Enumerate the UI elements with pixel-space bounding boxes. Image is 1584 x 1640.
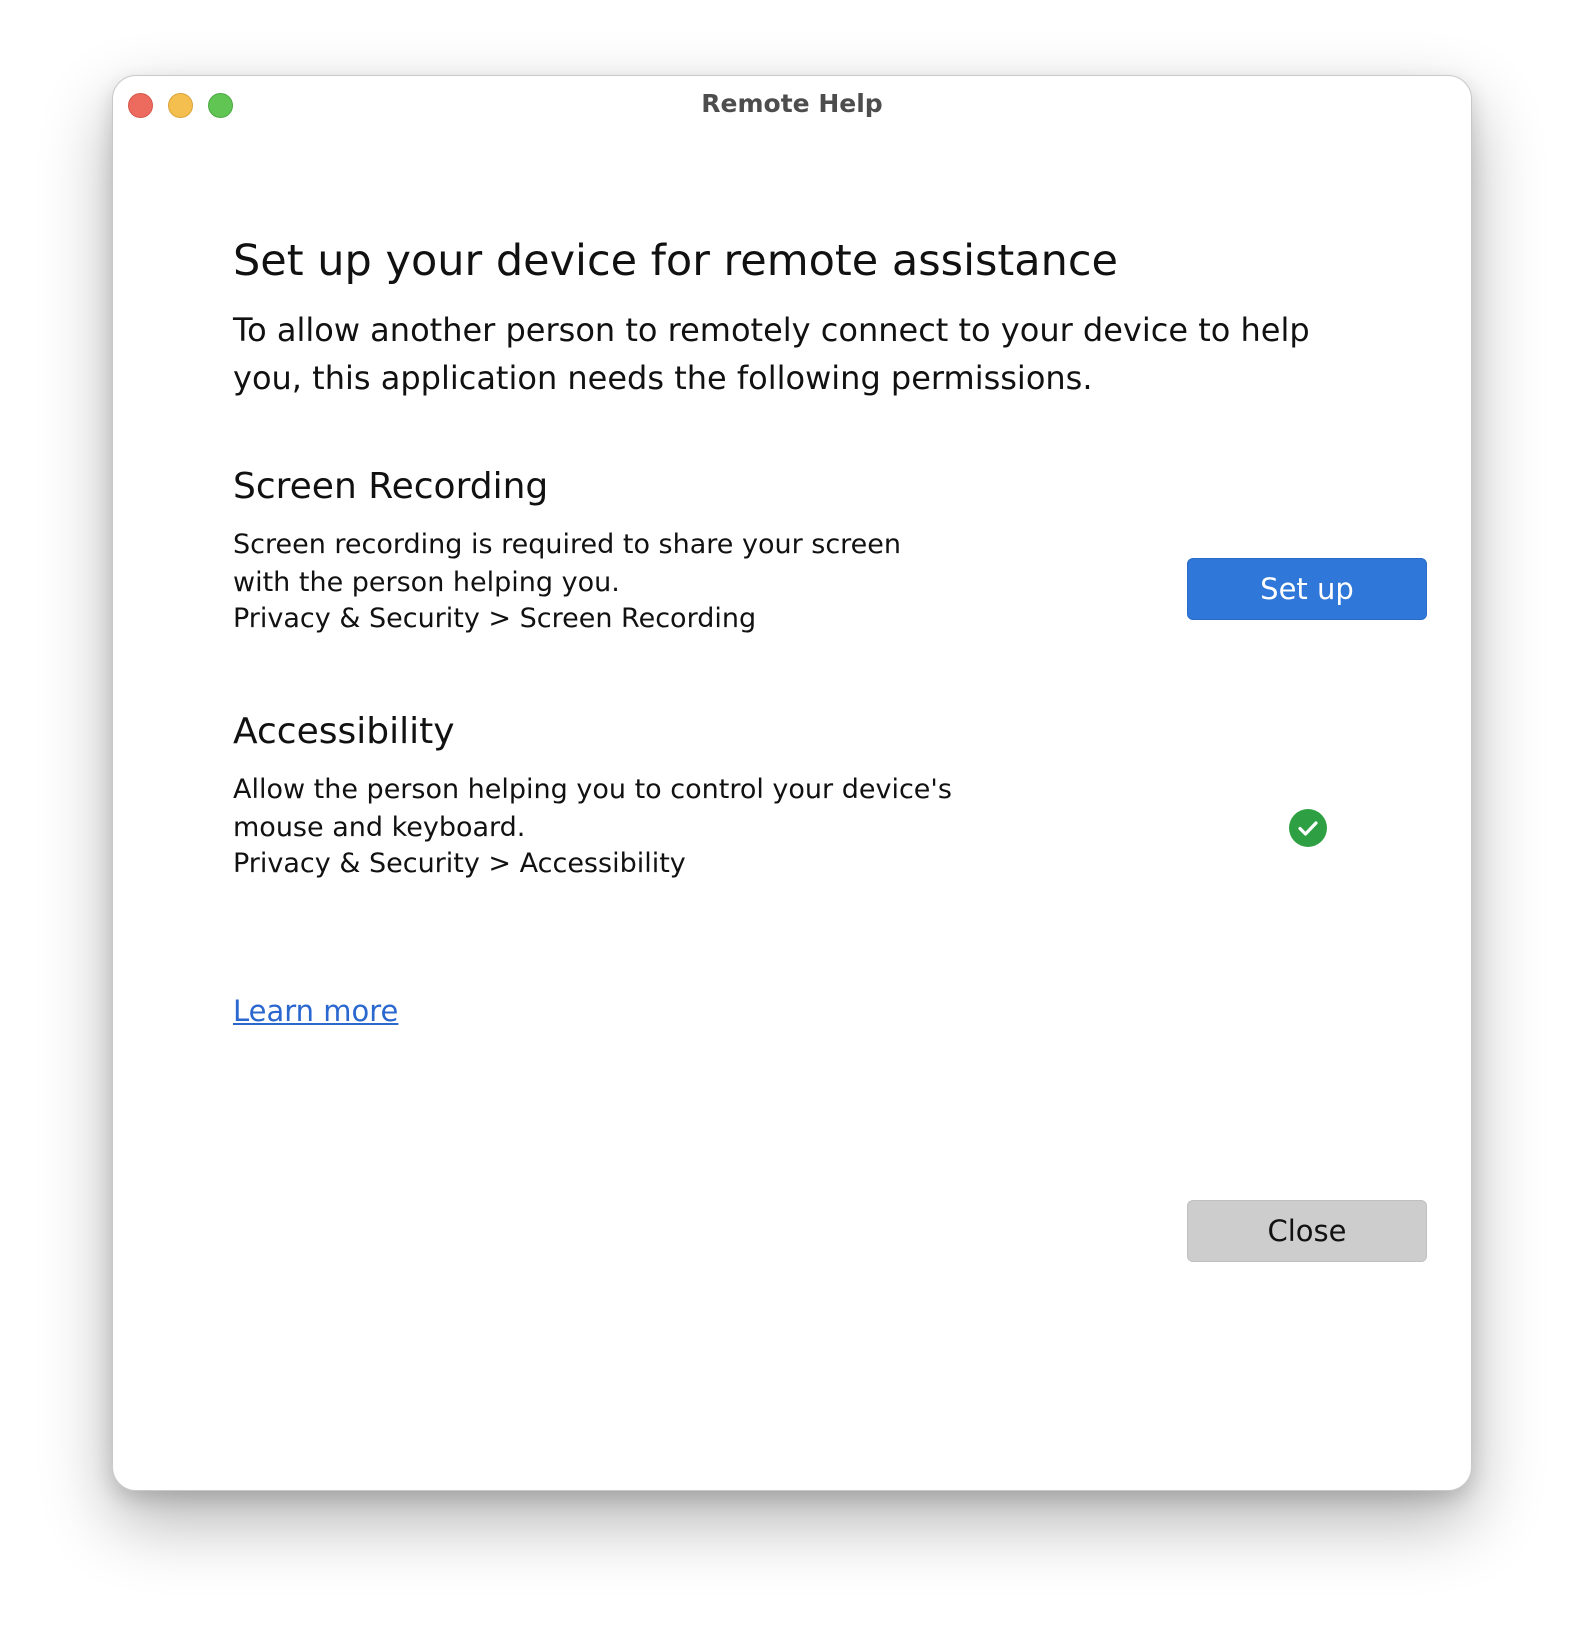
title-bar: Remote Help	[113, 76, 1471, 136]
screen-recording-settings-path: Privacy & Security > Screen Recording	[233, 603, 757, 634]
checkmark-circle-icon	[1289, 809, 1327, 847]
window-title: Remote Help	[701, 89, 883, 118]
page-title: Set up your device for remote assistance	[233, 236, 1118, 286]
screen-recording-title: Screen Recording	[233, 466, 549, 507]
screen-recording-setup-button[interactable]: Set up	[1187, 558, 1427, 620]
accessibility-settings-path: Privacy & Security > Accessibility	[233, 848, 686, 879]
remote-help-window: Remote Help Set up your device for remot…	[112, 75, 1472, 1491]
intro-text: To allow another person to remotely conn…	[233, 311, 1310, 397]
close-button[interactable]: Close	[1187, 1200, 1427, 1262]
accessibility-title: Accessibility	[233, 711, 455, 752]
accessibility-description: Allow the person helping you to control …	[233, 774, 952, 843]
learn-more-link[interactable]: Learn more	[233, 994, 398, 1028]
screen-recording-description: Screen recording is required to share yo…	[233, 529, 902, 598]
